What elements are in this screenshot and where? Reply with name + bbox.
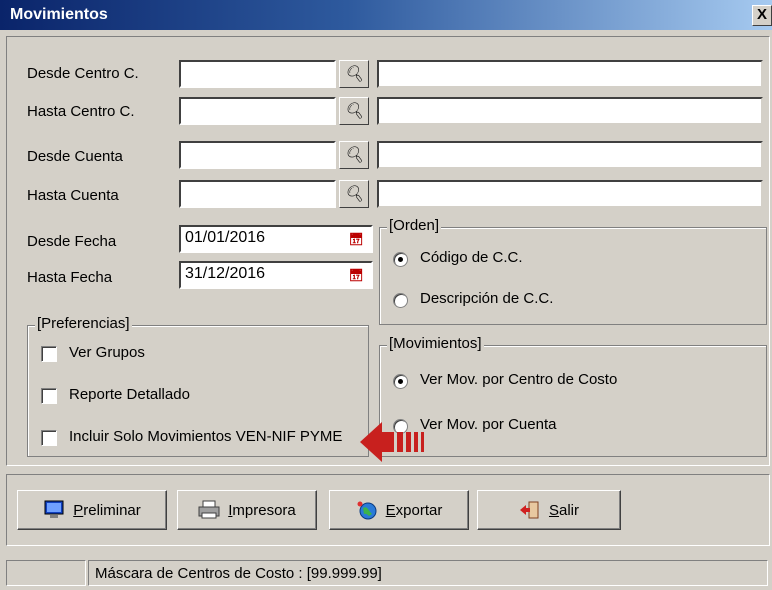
- salir-button[interactable]: Salir: [477, 490, 621, 530]
- binoculars-icon: 🔍︎: [343, 66, 365, 83]
- desde-cuenta-lookup-button[interactable]: 🔍︎: [339, 141, 369, 169]
- hasta-centro-description: [377, 97, 763, 125]
- printer-icon: [198, 500, 220, 519]
- hasta-cuenta-description: [377, 180, 763, 208]
- monitor-icon: [44, 500, 64, 518]
- globe-icon: [357, 501, 377, 520]
- filter-panel: Desde Centro C. 🔍︎ Hasta Centro C. 🔍︎ De…: [6, 36, 770, 466]
- incluir-ven-nif-checkbox[interactable]: [41, 430, 57, 446]
- desde-fecha-label: Desde Fecha: [27, 233, 117, 250]
- binoculars-icon: 🔍︎: [343, 186, 365, 203]
- impresora-label: Impresora: [228, 501, 296, 519]
- close-button[interactable]: X: [752, 5, 772, 26]
- ver-mov-centro-label[interactable]: Ver Mov. por Centro de Costo: [420, 371, 617, 388]
- desde-cuenta-label: Desde Cuenta: [27, 148, 123, 165]
- desde-centro-input[interactable]: [179, 60, 336, 88]
- status-mask-text: Máscara de Centros de Costo : [99.999.99…: [88, 560, 768, 586]
- title-bar[interactable]: Movimientos X: [0, 0, 772, 30]
- annotation-arrow-icon: [360, 422, 424, 462]
- hasta-cuenta-lookup-button[interactable]: 🔍︎: [339, 180, 369, 208]
- preferencias-group-title: [Preferencias]: [35, 315, 132, 332]
- orden-descripcion-radio[interactable]: [393, 293, 408, 308]
- desde-centro-lookup-button[interactable]: 🔍︎: [339, 60, 369, 88]
- window-title: Movimientos: [10, 6, 108, 23]
- status-panel-empty: [6, 560, 86, 586]
- binoculars-icon: 🔍︎: [343, 103, 365, 120]
- preliminar-label: Preliminar: [73, 501, 141, 519]
- hasta-centro-lookup-button[interactable]: 🔍︎: [339, 97, 369, 125]
- hasta-cuenta-input[interactable]: [179, 180, 336, 208]
- orden-descripcion-label[interactable]: Descripción de C.C.: [420, 290, 553, 307]
- button-bar: Preliminar Impresora Exportar Salir: [6, 474, 770, 546]
- hasta-centro-input[interactable]: [179, 97, 336, 125]
- hasta-fecha-label: Hasta Fecha: [27, 269, 113, 286]
- desde-cuenta-description: [377, 141, 763, 169]
- orden-codigo-radio[interactable]: [393, 252, 408, 267]
- hasta-cuenta-label: Hasta Cuenta: [27, 187, 119, 204]
- desde-centro-label: Desde Centro C.: [27, 65, 139, 82]
- status-bar: Máscara de Centros de Costo : [99.999.99…: [0, 558, 772, 590]
- salir-label: Salir: [548, 501, 580, 519]
- impresora-button[interactable]: Impresora: [177, 490, 317, 530]
- preliminar-button[interactable]: Preliminar: [17, 490, 167, 530]
- exportar-button[interactable]: Exportar: [329, 490, 469, 530]
- ver-grupos-label[interactable]: Ver Grupos: [69, 344, 145, 361]
- calendar-icon[interactable]: 📅︎: [344, 227, 368, 251]
- exit-door-icon: [519, 501, 539, 519]
- movimientos-group-title: [Movimientos]: [387, 335, 484, 352]
- exportar-label: Exportar: [385, 501, 443, 519]
- desde-centro-description: [377, 60, 763, 88]
- reporte-detallado-label[interactable]: Reporte Detallado: [69, 386, 190, 403]
- incluir-ven-nif-label[interactable]: Incluir Solo Movimientos VEN-NIF PYME: [69, 428, 342, 445]
- desde-cuenta-input[interactable]: [179, 141, 336, 169]
- orden-group: [379, 227, 767, 325]
- ver-mov-centro-radio[interactable]: [393, 374, 408, 389]
- orden-codigo-label[interactable]: Código de C.C.: [420, 249, 523, 266]
- hasta-centro-label: Hasta Centro C.: [27, 103, 135, 120]
- calendar-icon[interactable]: 📅︎: [344, 263, 368, 287]
- movimientos-window: Movimientos X Desde Centro C. 🔍︎ Hasta C…: [0, 0, 772, 590]
- ver-grupos-checkbox[interactable]: [41, 346, 57, 362]
- ver-mov-cuenta-label[interactable]: Ver Mov. por Cuenta: [420, 416, 556, 433]
- reporte-detallado-checkbox[interactable]: [41, 388, 57, 404]
- binoculars-icon: 🔍︎: [343, 147, 365, 164]
- orden-group-title: [Orden]: [387, 217, 442, 234]
